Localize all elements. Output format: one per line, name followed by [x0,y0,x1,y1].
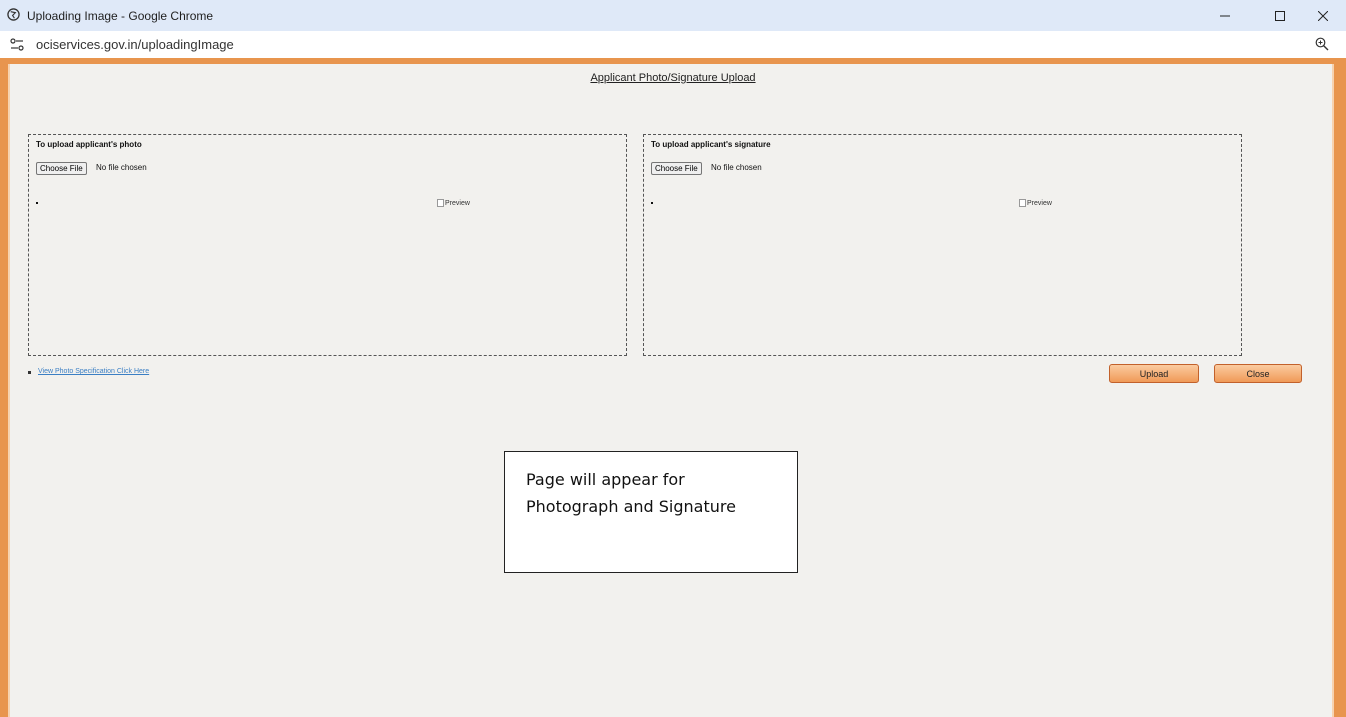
address-bar[interactable]: ociservices.gov.in/uploadingImage [0,31,1346,58]
upload-button[interactable]: Upload [1109,364,1199,383]
signature-file-status: No file chosen [711,163,762,172]
window-titlebar: Uploading Image - Google Chrome [0,0,1346,31]
spec-link-bullet [28,371,31,374]
annotation-note-box: Page will appear for Photograph and Sign… [504,451,798,573]
signature-panel-title: To upload applicant's signature [651,140,771,149]
maximize-button[interactable] [1258,3,1302,29]
photo-panel-title: To upload applicant's photo [36,140,142,149]
signature-preview-alt: Preview [1027,199,1052,207]
annotation-note-text: Page will appear for Photograph and Sign… [526,470,736,516]
frame-left-border [0,58,8,717]
page-title: Applicant Photo/Signature Upload [590,72,756,84]
minimize-button[interactable] [1203,3,1247,29]
frame-right-highlight [1332,64,1334,717]
photo-file-status: No file chosen [96,163,147,172]
minimize-icon [1220,15,1230,17]
window-title: Uploading Image - Google Chrome [27,9,214,23]
photo-bullet-dot [36,202,38,204]
broken-image-icon [1019,199,1026,207]
photo-preview-alt: Preview [445,199,470,207]
maximize-icon [1275,11,1285,21]
url-text[interactable]: ociservices.gov.in/uploadingImage [36,37,234,52]
photo-upload-panel: To upload applicant's photo Choose File … [28,134,627,356]
broken-image-icon [437,199,444,207]
close-window-button[interactable] [1301,3,1345,29]
signature-bullet-dot [651,202,653,204]
frame-right-border [1334,58,1346,717]
frame-left-highlight [8,64,10,717]
close-button[interactable]: Close [1214,364,1302,383]
photo-preview-image: Preview [437,199,470,207]
globe-icon [7,8,20,21]
signature-preview-image: Preview [1019,199,1052,207]
zoom-icon[interactable] [1315,37,1329,51]
site-settings-icon[interactable] [10,38,24,51]
photo-choose-file-button[interactable]: Choose File [36,162,87,175]
close-icon [1318,11,1328,21]
frame-top-border [0,58,1346,64]
signature-upload-panel: To upload applicant's signature Choose F… [643,134,1242,356]
signature-choose-file-button[interactable]: Choose File [651,162,702,175]
photo-specification-link[interactable]: View Photo Specification Click Here [38,368,149,375]
